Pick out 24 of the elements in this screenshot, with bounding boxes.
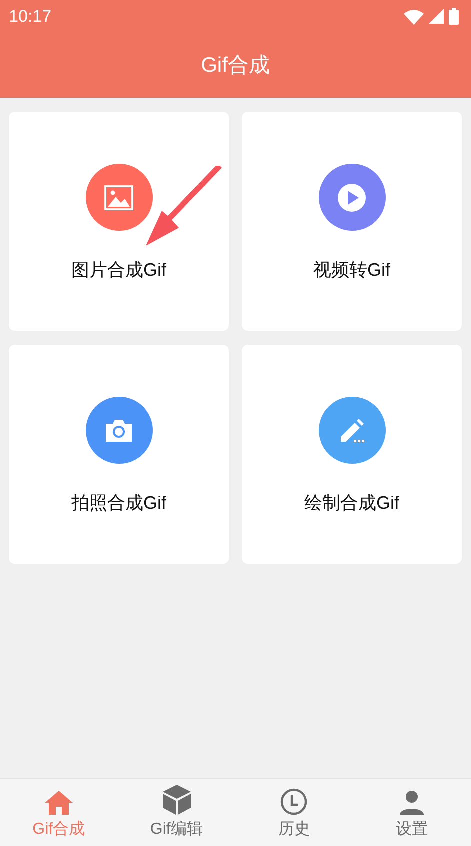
camera-icon xyxy=(104,418,134,444)
clock-icon xyxy=(280,788,308,816)
nav-tab[interactable]: Gif编辑 xyxy=(118,779,236,846)
feature-card[interactable]: 拍照合成Gif xyxy=(9,345,229,564)
header-title: Gif合成 xyxy=(201,52,270,79)
card-label: 图片合成Gif xyxy=(71,259,166,282)
status-time: 10:17 xyxy=(9,6,52,28)
signal-icon xyxy=(429,9,444,24)
wifi-icon xyxy=(404,8,424,24)
card-label: 绘制合成Gif xyxy=(304,492,400,515)
user-icon xyxy=(399,790,426,816)
card-label: 拍照合成Gif xyxy=(71,492,166,515)
battery-icon xyxy=(449,8,459,25)
nav-tab[interactable]: 设置 xyxy=(353,779,471,846)
play-icon xyxy=(337,182,367,212)
feature-card[interactable]: 图片合成Gif xyxy=(9,112,229,331)
card-label: 视频转Gif xyxy=(313,259,390,282)
home-icon xyxy=(44,790,74,816)
pencil-icon xyxy=(338,416,366,444)
feature-card[interactable]: 绘制合成Gif xyxy=(242,345,462,564)
cube-icon xyxy=(162,784,192,816)
image-icon xyxy=(104,184,134,210)
nav-tab[interactable]: 历史 xyxy=(236,779,354,846)
feature-card[interactable]: 视频转Gif xyxy=(242,112,462,331)
